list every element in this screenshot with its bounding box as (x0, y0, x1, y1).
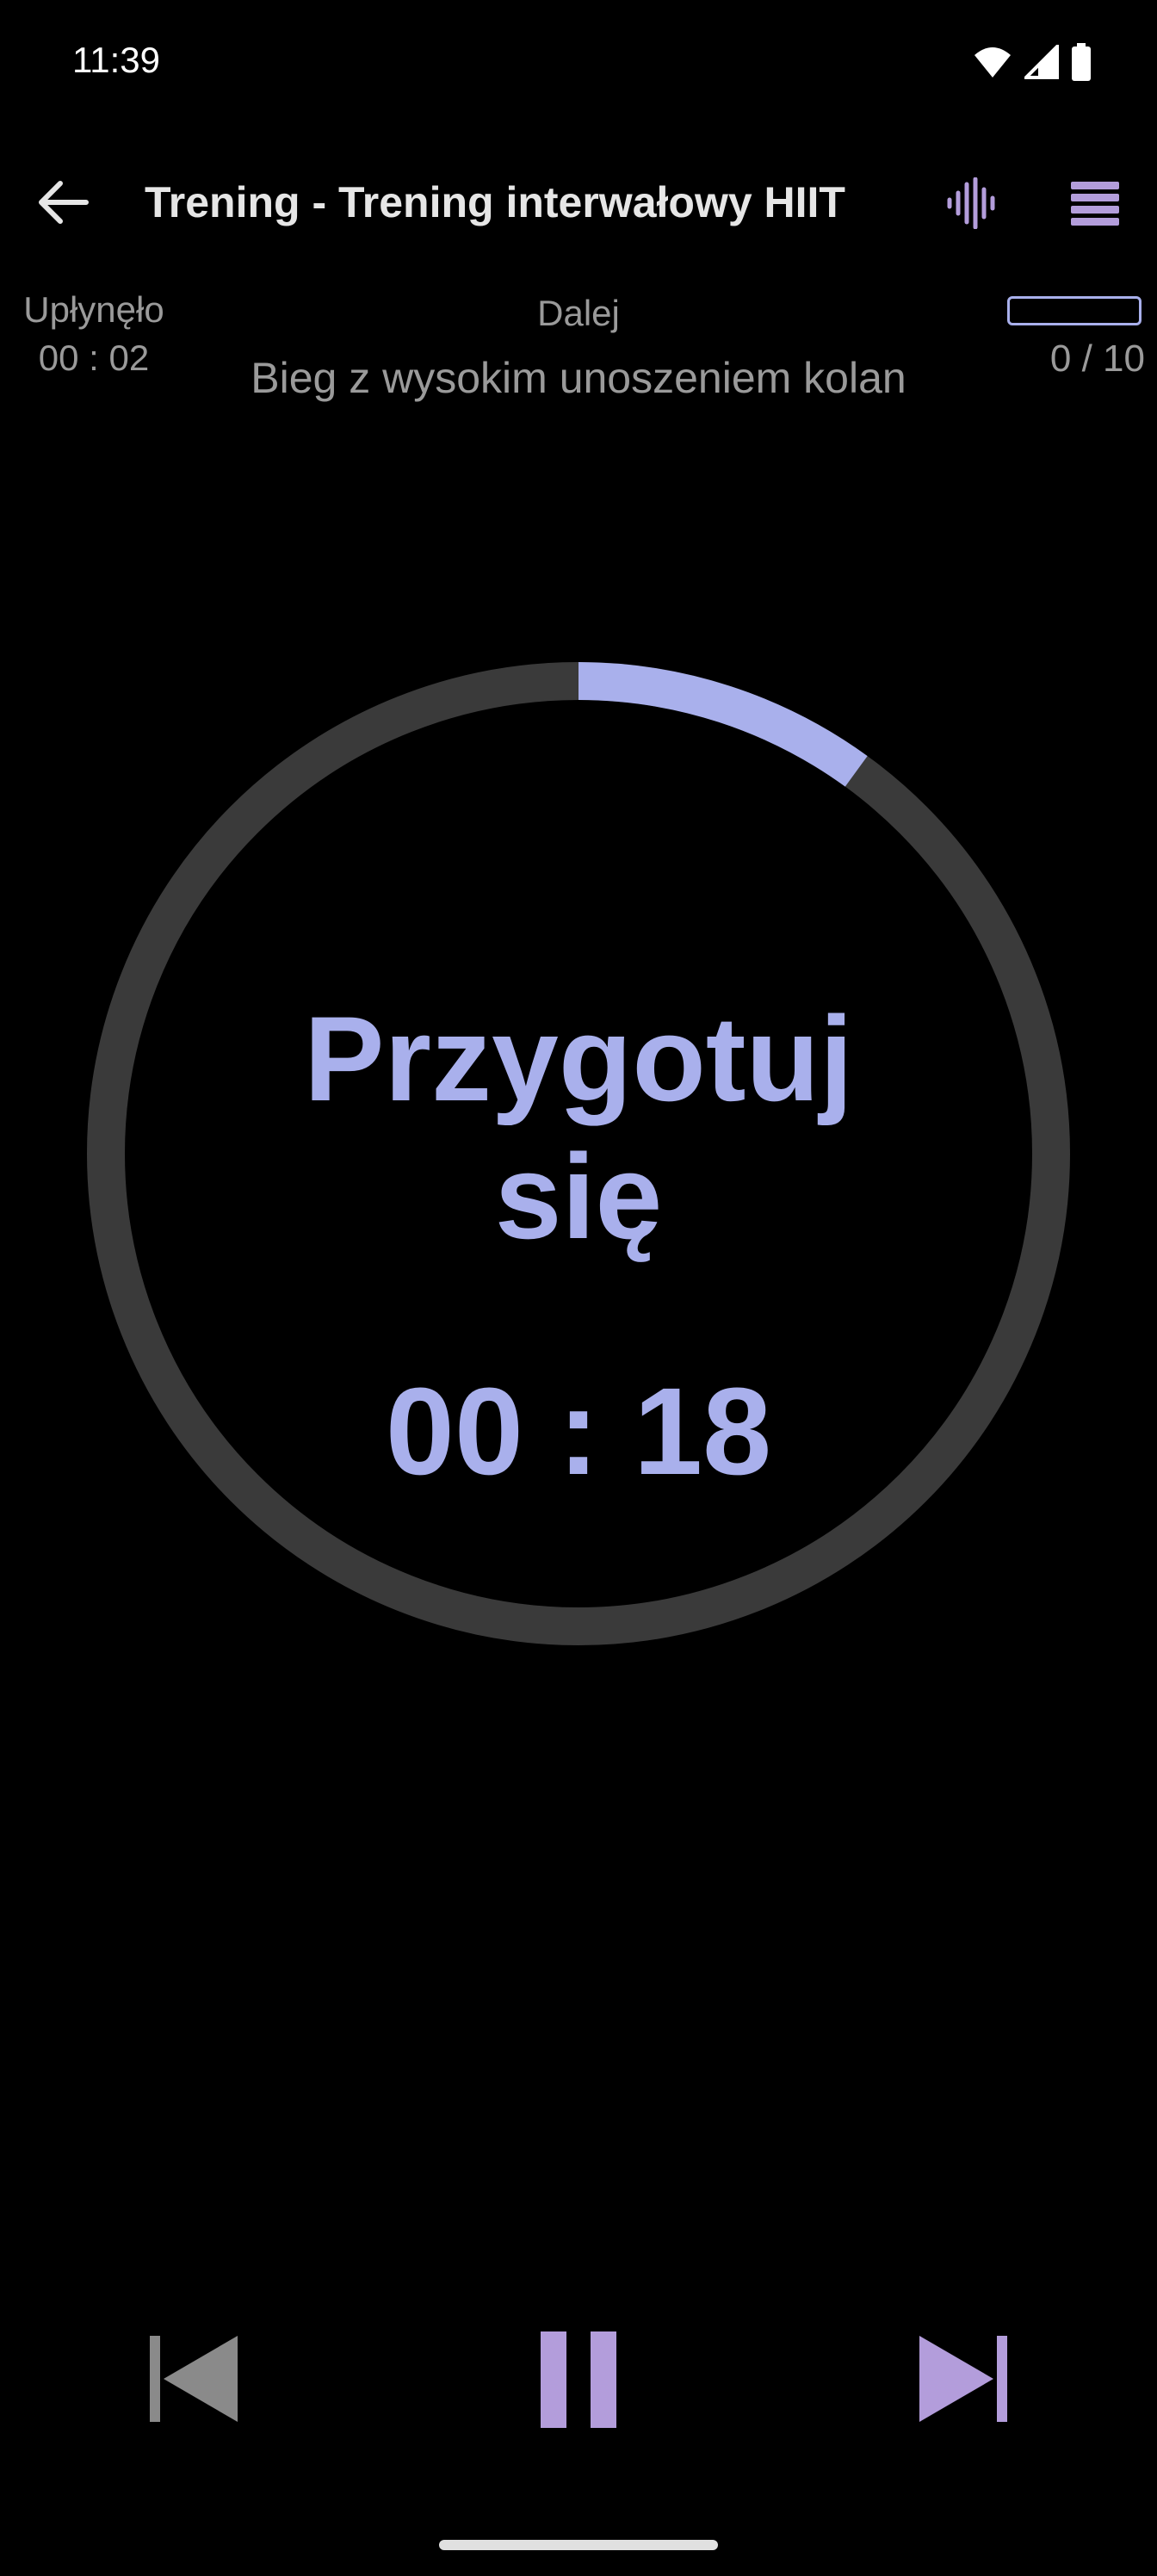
exercise-progress-bar (1007, 296, 1142, 325)
phase-label-line1: Przygotuj (304, 991, 853, 1126)
next-label: Dalej (537, 293, 620, 333)
pause-icon (539, 2330, 618, 2434)
back-button[interactable] (24, 174, 102, 234)
home-indicator[interactable] (439, 2540, 718, 2550)
next-exercise-button[interactable] (907, 2325, 1019, 2437)
status-time: 11:39 (72, 40, 160, 80)
pause-button[interactable] (522, 2325, 635, 2438)
elapsed-label: Upłynęło (23, 289, 164, 330)
status-bar: 11:39 (0, 0, 1157, 121)
countdown-timer: 00 : 18 (385, 1362, 772, 1501)
menu-button[interactable] (1062, 174, 1128, 236)
phase-label: Przygotuj się (234, 990, 923, 1266)
wifi-icon (973, 45, 1012, 84)
battery-icon (1071, 42, 1092, 85)
signal-icon (1022, 41, 1059, 84)
previous-exercise-button[interactable] (138, 2325, 250, 2437)
status-icons (973, 41, 1092, 85)
voice-button[interactable] (938, 174, 1004, 236)
next-exercise-name: Bieg z wysokim unoszeniem kolan (251, 354, 906, 402)
skip-next-icon (916, 2334, 1011, 2428)
app-bar: Trening - Trening interwałowy HIIT (0, 155, 1157, 250)
list-menu-icon (1069, 180, 1121, 231)
page-title: Trening - Trening interwałowy HIIT (145, 178, 845, 226)
audio-waveform-icon (945, 176, 997, 233)
exercise-progress-count: 0 / 10 (1049, 337, 1145, 380)
phase-label-line2: się (494, 1129, 663, 1264)
workout-screen: 11:39 Trening - Trening interwałowy HIIT… (0, 0, 1157, 2576)
arrow-left-icon (36, 180, 90, 229)
skip-previous-icon (146, 2334, 241, 2428)
